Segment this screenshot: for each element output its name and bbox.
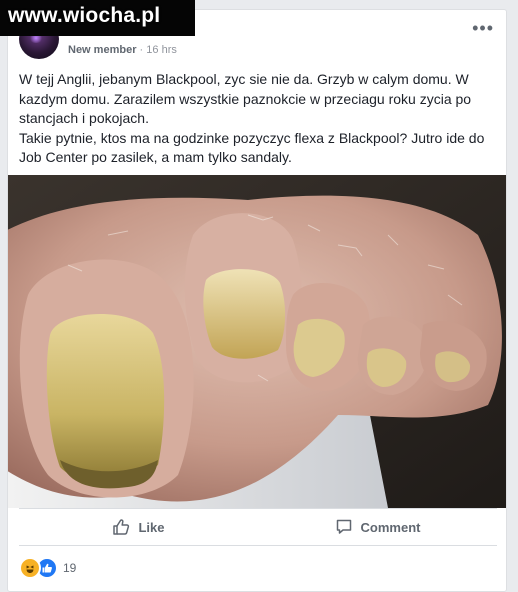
comment-button[interactable]: Comment <box>258 509 497 545</box>
post-paragraph-1: W tejj Anglii, jebanym Blackpool, zyc si… <box>19 71 472 126</box>
more-options-icon[interactable]: ••• <box>472 19 494 37</box>
like-button[interactable]: Like <box>19 509 258 545</box>
author-role: New member <box>68 44 137 56</box>
watermark-text: www.wiocha.pl <box>8 4 161 27</box>
post-meta: New member · 16 hrs <box>68 44 177 56</box>
post-photo[interactable] <box>8 175 506 508</box>
post-actions-bar: Like Comment <box>19 508 497 546</box>
thumbs-up-icon <box>113 519 130 535</box>
post-paragraph-2: Takie pytnie, ktos ma na godzinke pozycz… <box>19 129 485 166</box>
comment-bubble-icon <box>336 519 351 534</box>
reaction-count: 19 <box>63 561 77 575</box>
post-text: W tejj Anglii, jebanym Blackpool, zyc si… <box>19 70 497 168</box>
toenail-photo-illustration <box>8 175 506 508</box>
meta-separator: · <box>139 44 144 56</box>
comment-label: Comment <box>360 519 421 535</box>
post-card: New member · 16 hrs ••• W tejj Anglii, j… <box>7 9 507 592</box>
haha-reaction-icon <box>19 557 41 579</box>
watermark: www.wiocha.pl <box>0 0 195 36</box>
like-label: Like <box>138 519 165 535</box>
reactions-summary[interactable]: 19 <box>19 557 76 579</box>
post-timestamp[interactable]: 16 hrs <box>146 44 177 56</box>
